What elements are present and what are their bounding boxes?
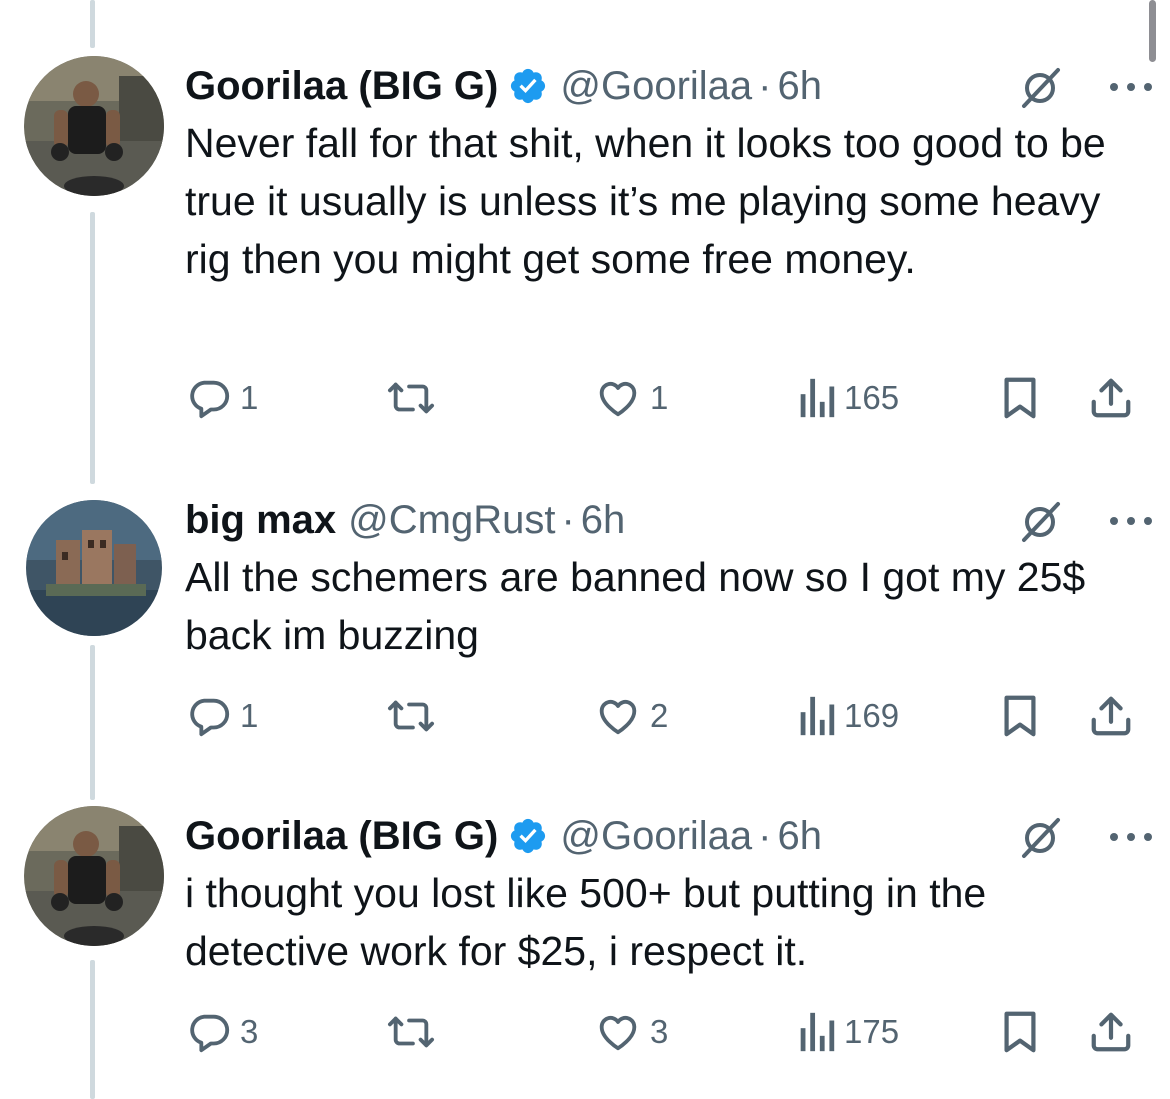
views-button[interactable]: 175 [796, 1002, 899, 1062]
tweet-header: big max @CmgRust · 6h [185, 490, 1150, 550]
like-count: 1 [650, 379, 669, 416]
handle[interactable]: @Goorilaa [560, 64, 752, 109]
bookmark-icon [1004, 1011, 1036, 1053]
verified-badge-icon [511, 68, 546, 104]
handle[interactable]: @CmgRust [348, 498, 555, 543]
avatar-bigmax[interactable] [26, 500, 162, 636]
bookmark-button[interactable] [998, 1002, 1042, 1062]
share-button[interactable] [1088, 686, 1134, 746]
repost-button[interactable] [384, 1002, 446, 1062]
avatar-image [26, 500, 162, 636]
like-count: 3 [650, 1013, 669, 1050]
avatar-image [24, 806, 164, 946]
views-count: 165 [844, 379, 900, 416]
thread-line-1 [90, 212, 95, 484]
more-options-icon[interactable] [1104, 820, 1158, 854]
verified-badge-icon [511, 818, 546, 854]
timestamp[interactable]: 6h [581, 498, 626, 543]
share-icon [1091, 1012, 1131, 1052]
action-bar: 3 3 175 [0, 1002, 1170, 1062]
tweet-text: i thought you lost like 500+ but putting… [185, 870, 987, 974]
repost-button[interactable] [384, 368, 446, 428]
more-options-icon[interactable] [1104, 70, 1158, 104]
reply-icon [190, 698, 230, 737]
tweet-header: Goorilaa (BIG G) @Goorilaa · 6h [185, 806, 1150, 866]
bookmark-button[interactable] [998, 368, 1042, 428]
handle[interactable]: @Goorilaa [560, 814, 752, 859]
bookmark-button[interactable] [998, 686, 1042, 746]
views-button[interactable]: 165 [796, 368, 899, 428]
like-icon [599, 699, 637, 735]
separator-dot: · [758, 813, 772, 858]
views-button[interactable]: 169 [796, 686, 899, 746]
reply-count: 1 [240, 379, 259, 416]
repost-icon [388, 1016, 435, 1048]
repost-icon [388, 382, 435, 414]
share-button[interactable] [1088, 368, 1134, 428]
views-icon [800, 1012, 835, 1052]
grok-icon[interactable] [1018, 498, 1064, 544]
like-button[interactable]: 2 [594, 686, 668, 746]
reply-icon [190, 380, 230, 419]
views-icon [800, 378, 835, 418]
bookmark-icon [1004, 695, 1036, 737]
action-bar: 1 1 165 [0, 368, 1170, 428]
grok-icon[interactable] [1018, 64, 1064, 110]
reply-icon [190, 1014, 230, 1053]
avatar-goorilaa[interactable] [24, 56, 164, 196]
avatar-goorilaa[interactable] [24, 806, 164, 946]
display-name[interactable]: Goorilaa (BIG G) [185, 64, 498, 109]
display-name[interactable]: Goorilaa (BIG G) [185, 814, 498, 859]
display-name[interactable]: big max [185, 498, 336, 543]
separator-dot: · [561, 497, 575, 542]
more-options-icon[interactable] [1104, 504, 1158, 538]
like-icon [599, 1015, 637, 1051]
share-icon [1091, 696, 1131, 736]
tweet-text: All the schemers are banned now so I got… [185, 554, 1086, 658]
repost-button[interactable] [384, 686, 446, 746]
tweet-text: Never fall for that shit, when it looks … [185, 120, 1106, 282]
grok-icon[interactable] [1018, 814, 1064, 860]
views-icon [800, 696, 835, 736]
timestamp[interactable]: 6h [777, 64, 822, 109]
reply-button[interactable]: 3 [186, 1002, 258, 1062]
like-icon [599, 381, 637, 417]
scrollbar[interactable] [1149, 0, 1156, 62]
like-button[interactable]: 3 [594, 1002, 668, 1062]
action-bar: 1 2 169 [0, 686, 1170, 746]
timestamp[interactable]: 6h [777, 814, 822, 859]
avatar-image [24, 56, 164, 196]
like-button[interactable]: 1 [594, 368, 668, 428]
share-icon [1091, 378, 1131, 418]
tweet-header: Goorilaa (BIG G) @Goorilaa · 6h [185, 56, 1150, 116]
views-count: 169 [844, 697, 900, 734]
views-count: 175 [844, 1013, 900, 1050]
repost-icon [388, 700, 435, 732]
bookmark-icon [1004, 377, 1036, 419]
separator-dot: · [758, 63, 772, 108]
reply-count: 1 [240, 697, 259, 734]
like-count: 2 [650, 697, 669, 734]
reply-count: 3 [240, 1013, 259, 1050]
thread-line-top [90, 0, 95, 48]
share-button[interactable] [1088, 1002, 1134, 1062]
reply-button[interactable]: 1 [186, 368, 258, 428]
reply-button[interactable]: 1 [186, 686, 258, 746]
